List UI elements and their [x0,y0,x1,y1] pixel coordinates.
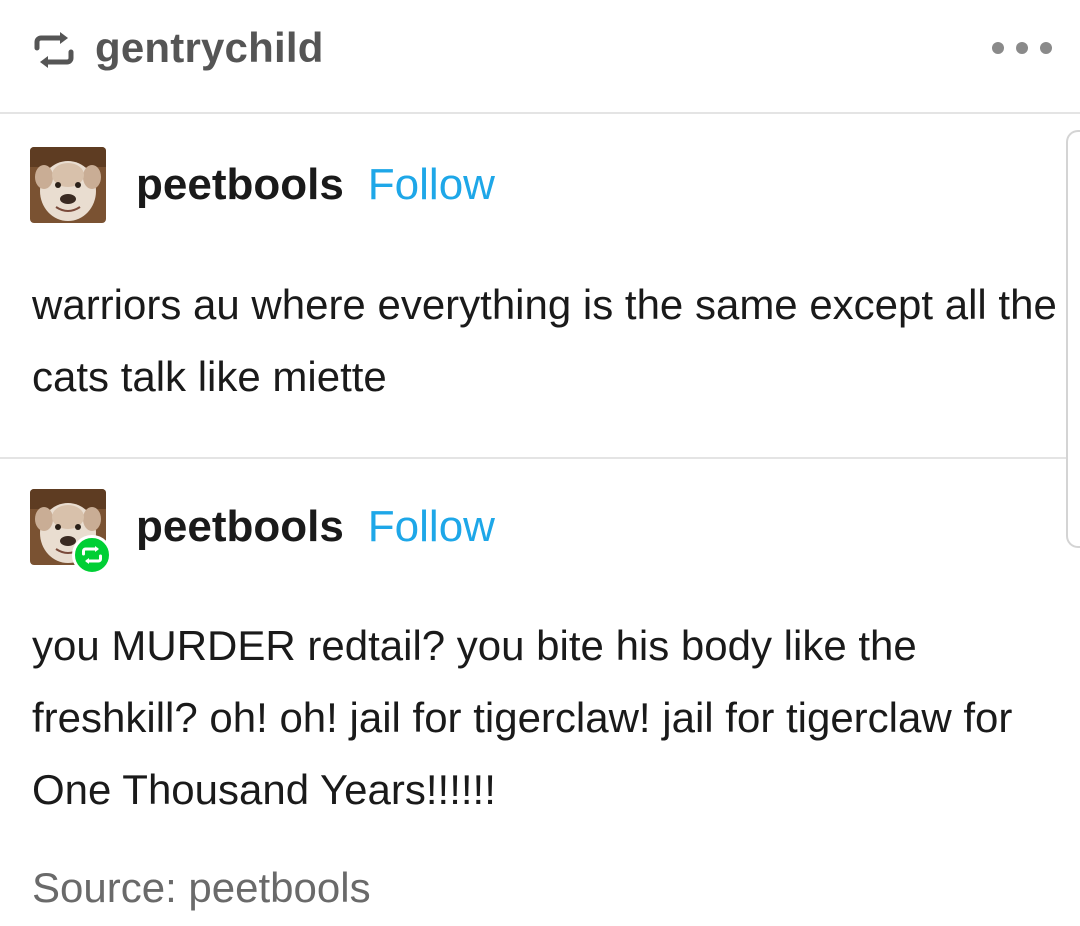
post-header: gentrychild [0,0,1080,114]
source-link[interactable]: Source: peetbools [32,864,371,912]
author-username[interactable]: peetbools [136,160,344,210]
reblog-icon [82,546,102,564]
dot [1040,42,1052,54]
post-author-row: peetbools Follow [136,502,495,552]
reblog-badge-icon [72,535,112,575]
dot [992,42,1004,54]
reblogger-username[interactable]: gentrychild [95,24,324,72]
post-author-row: peetbools Follow [136,160,495,210]
thread-frame [1066,130,1080,548]
post-body: warriors au where everything is the same… [32,281,1057,400]
post-body: you MURDER redtail? you bite his body li… [32,622,1013,813]
more-dots-icon[interactable] [992,38,1052,58]
dog-avatar-icon [30,147,106,223]
follow-button[interactable]: Follow [368,502,495,552]
dot [1016,42,1028,54]
reblog-icon[interactable] [33,30,75,70]
avatar[interactable] [30,147,106,223]
avatar[interactable] [30,489,112,575]
post-original: peetbools Follow warriors au where every… [0,114,1066,459]
post-reblog: peetbools Follow you MURDER redtail? you… [0,459,1066,926]
author-username[interactable]: peetbools [136,502,344,552]
follow-button[interactable]: Follow [368,160,495,210]
